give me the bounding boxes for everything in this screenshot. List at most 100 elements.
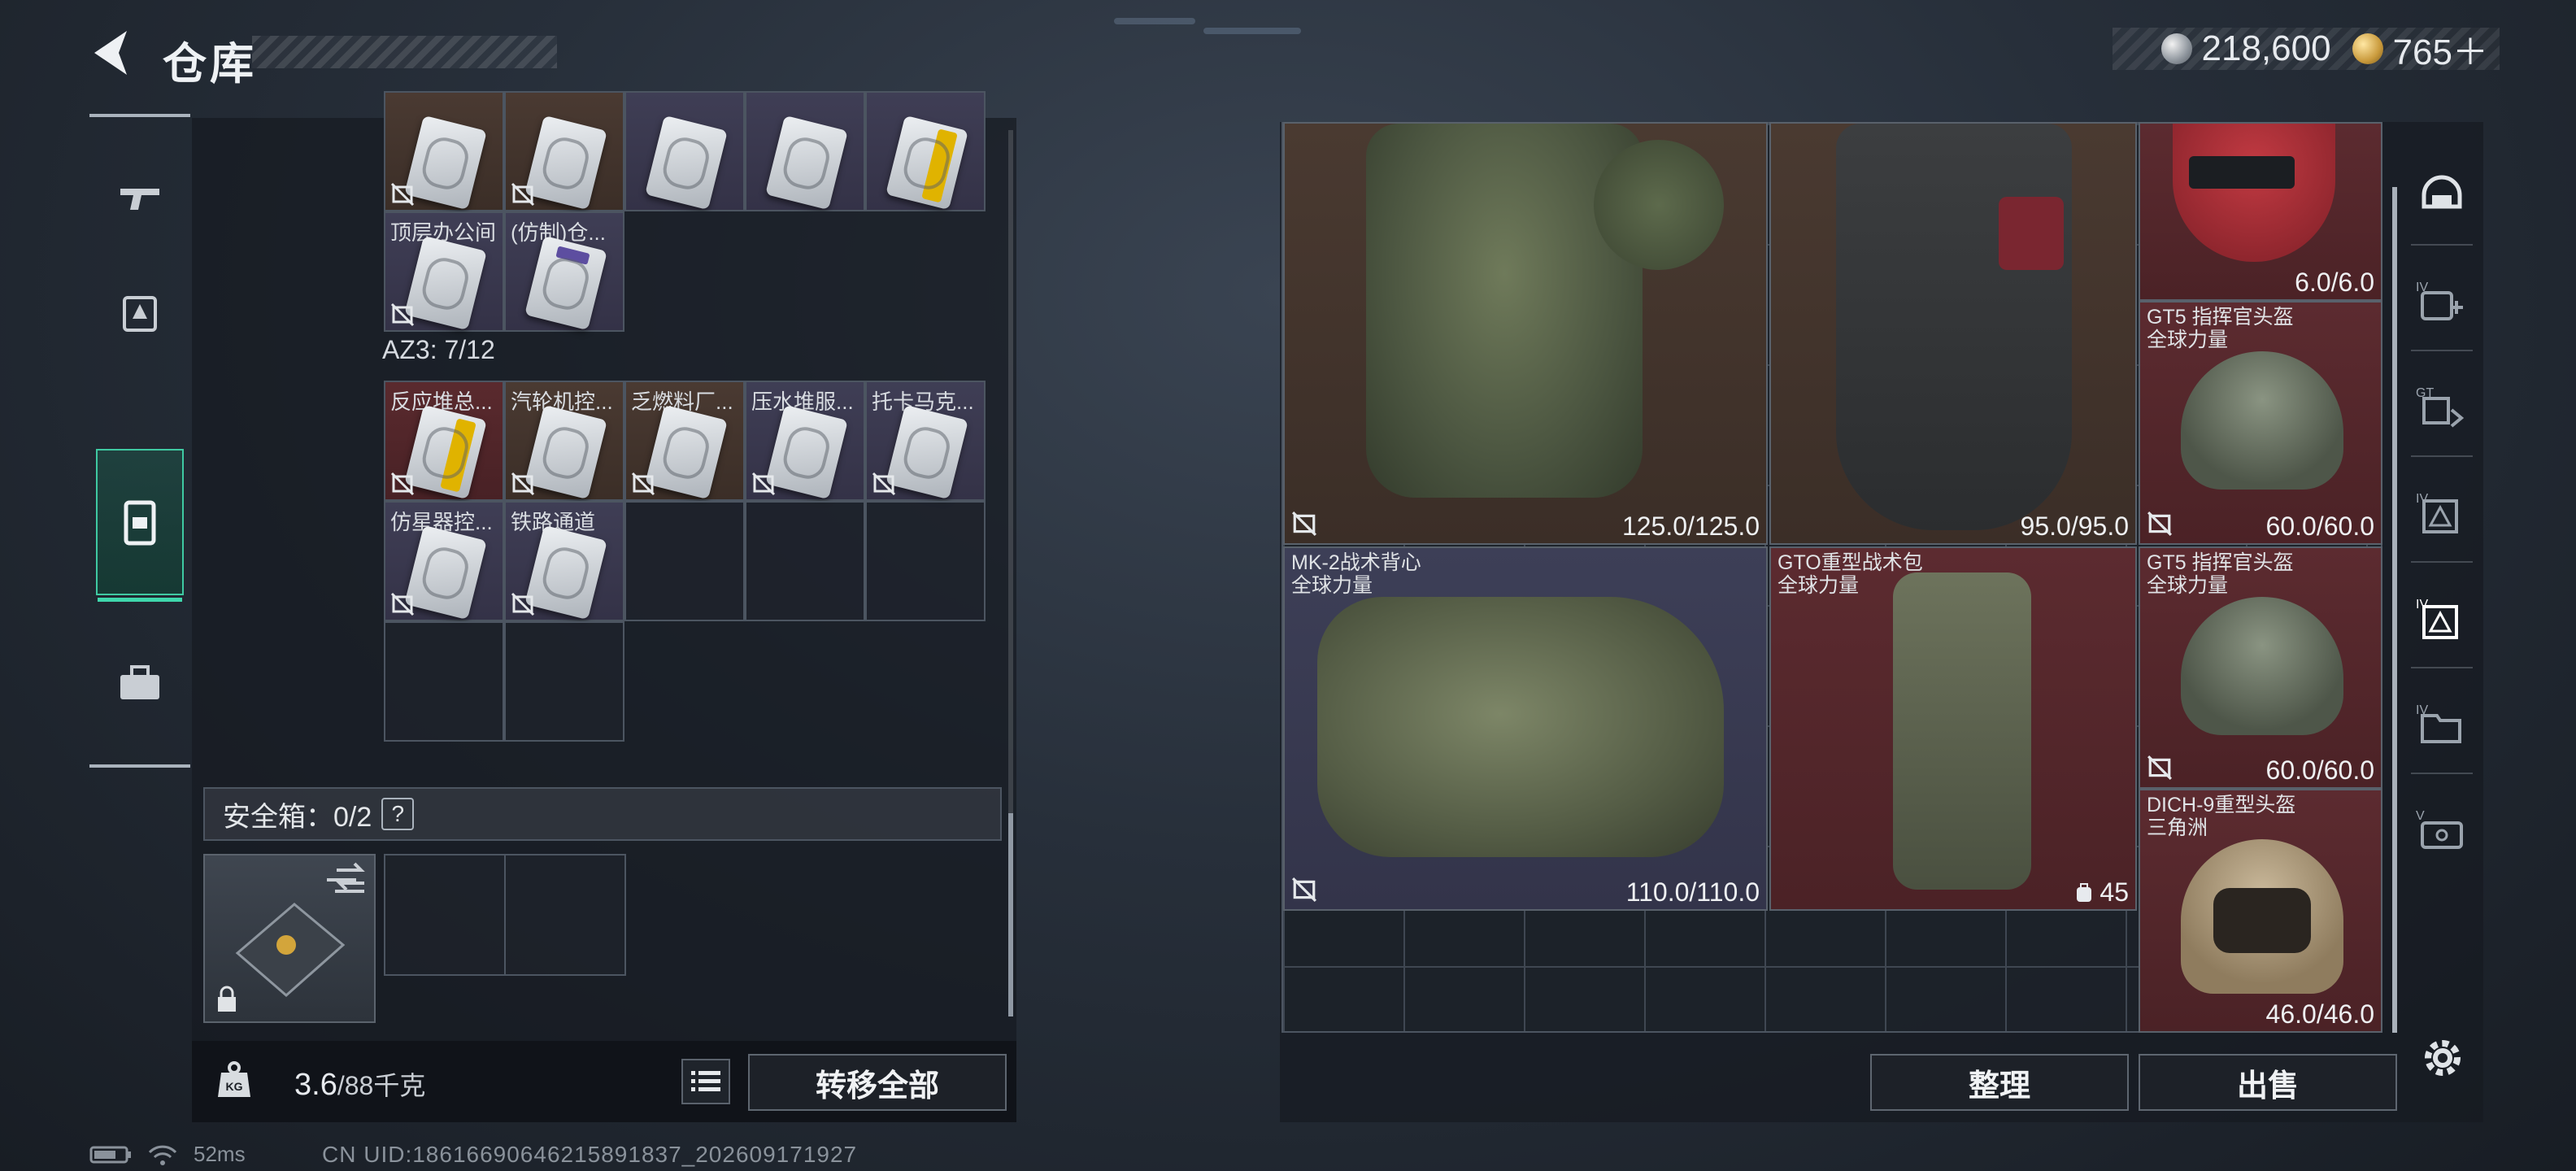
title-decoration (252, 36, 557, 68)
keycard-slot[interactable] (504, 91, 624, 211)
gold-currency[interactable]: 765＋ (2352, 23, 2488, 75)
armor-vest-item[interactable]: MK-2战术背心 全球力量 110.0/110.0 (1283, 546, 1768, 911)
transfer-all-button[interactable]: 转移全部 (748, 1054, 1007, 1111)
empty-slot[interactable] (865, 501, 986, 621)
keycard-slot[interactable]: 汽轮机控... (504, 381, 624, 501)
helmet-item[interactable]: 6.0/6.0 (2139, 122, 2382, 301)
keycard-slot[interactable] (384, 91, 504, 211)
capacity-label: 45 (2073, 877, 2129, 908)
item-faction: 三角洲 (2147, 816, 2208, 839)
rail-item-backpack[interactable]: IV (2409, 691, 2474, 756)
keycard-slot[interactable] (865, 91, 986, 211)
container-label: AZ3: 7/12 (382, 335, 495, 364)
svg-text:KG: KG (226, 1080, 243, 1093)
battery-icon (89, 1146, 131, 1163)
keycard-slot[interactable]: 反应堆总... (384, 381, 504, 501)
rail-item-toolbox[interactable] (96, 634, 184, 732)
durability-label: 6.0/6.0 (2295, 268, 2374, 297)
item-name: GT5 指挥官头盔 全球力量 (2147, 551, 2294, 597)
rail-separator (2411, 561, 2473, 563)
armor-vest-item[interactable]: 125.0/125.0 (1283, 122, 1768, 545)
weight-current: 3.6 (294, 1068, 337, 1102)
backpack-item[interactable]: GTO重型战术包 全球力量 45 (1769, 546, 2137, 911)
keycard-slot[interactable] (624, 91, 745, 211)
rail-item-backpack[interactable] (96, 449, 184, 602)
storage-grid-row0 (384, 91, 986, 211)
armor-vest-item[interactable]: 95.0/95.0 (1769, 122, 2137, 545)
keycard-slot[interactable] (745, 91, 865, 211)
empty-slot[interactable] (384, 621, 504, 742)
item-title: MK-2战术背心 (1291, 551, 1421, 574)
item-name: MK-2战术背心 全球力量 (1291, 551, 1421, 597)
item-faction: 全球力量 (1291, 574, 1373, 597)
rail-item-helmet[interactable] (2409, 163, 2474, 228)
helmet-visor (2189, 156, 2295, 189)
no-insure-icon (390, 303, 415, 327)
helmet-image (2173, 124, 2335, 262)
item-faction: 全球力量 (1778, 574, 1860, 597)
settings-gear-icon[interactable] (2417, 1033, 2468, 1083)
backpack-icon (124, 500, 156, 546)
empty-slot[interactable] (745, 501, 865, 621)
equipment-scrollbar[interactable] (2392, 187, 2397, 1033)
rail-item-armor[interactable]: IV (2409, 268, 2474, 333)
list-view-button[interactable] (681, 1059, 730, 1104)
armor-triangle-icon: IV (2416, 492, 2458, 533)
rail-item-armor-selected[interactable]: IV (2409, 586, 2474, 651)
wifi-icon (148, 1145, 177, 1165)
no-insure-icon (390, 182, 415, 207)
rail-separator (2411, 455, 2473, 457)
rail-item-armor-tier[interactable]: IV (2409, 480, 2474, 545)
storage-scroll-thumb[interactable] (1008, 813, 1013, 1016)
weight-readout: 3.6/88千克 (294, 1065, 425, 1103)
help-button[interactable]: ? (381, 798, 415, 830)
no-insure-icon (511, 592, 535, 616)
rail-item-loadout[interactable] (96, 265, 184, 363)
item-name: GT5 指挥官头盔 全球力量 (2147, 306, 2294, 351)
empty-slot[interactable] (624, 501, 745, 621)
back-button[interactable] (88, 24, 137, 81)
empty-slot[interactable] (504, 621, 624, 742)
gun-icon (120, 189, 159, 210)
vest-red-panel (1999, 197, 2064, 270)
rail-item-vest[interactable]: GT (2409, 374, 2474, 439)
safebox-header: 安全箱：0/2 ? (203, 787, 1002, 841)
vest-shoulder (1594, 140, 1724, 270)
helmet-item[interactable]: GT5 指挥官头盔 全球力量 60.0/60.0 (2139, 301, 2382, 545)
rail-item-weapons[interactable] (96, 150, 184, 247)
vest-image (1836, 124, 2072, 530)
safebox-slot[interactable] (504, 854, 626, 976)
weight-icon[interactable]: KG (215, 1060, 254, 1100)
no-insure-icon (631, 472, 655, 496)
silver-coin-icon (2160, 33, 2192, 64)
back-arrow-icon (94, 31, 127, 75)
rail-item-case[interactable]: V (2409, 797, 2474, 862)
safebox-slot[interactable] (384, 854, 506, 976)
helmet-item[interactable]: GT5 指挥官头盔 全球力量 60.0/60.0 (2139, 546, 2382, 789)
keycard-slot[interactable]: 压水堆服... (745, 381, 865, 501)
capacity-icon (2077, 882, 2092, 902)
no-insure-icon (1292, 877, 1316, 902)
durability-label: 46.0/46.0 (2265, 999, 2374, 1029)
keycard-slot[interactable]: 铁路通道 (504, 501, 624, 621)
silver-amount: 218,600 (2201, 28, 2331, 68)
tier-label: IV (2416, 492, 2428, 506)
storage-scrollbar[interactable] (1008, 130, 1013, 813)
item-title: GT5 指挥官头盔 (2147, 306, 2294, 329)
durability-label: 60.0/60.0 (2265, 511, 2374, 541)
keycard-slot[interactable]: 仿星器控... (384, 501, 504, 621)
rail-separator (2411, 667, 2473, 668)
armor-loadout-icon (123, 296, 157, 332)
keycard-slot[interactable]: 乏燃料厂... (624, 381, 745, 501)
durability-label: 95.0/95.0 (2020, 511, 2129, 541)
organize-button[interactable]: 整理 (1870, 1054, 2129, 1111)
sell-button[interactable]: 出售 (2139, 1054, 2397, 1111)
vest-image (1317, 597, 1724, 857)
durability-label: 60.0/60.0 (2265, 755, 2374, 785)
swap-icon[interactable] (333, 860, 368, 893)
keycard-slot[interactable]: (仿制)仓... (504, 211, 624, 332)
helmet-item[interactable]: DICH-9重型头盔 三角洲 46.0/46.0 (2139, 789, 2382, 1033)
secure-case-slot[interactable] (203, 854, 376, 1023)
keycard-slot[interactable]: 顶层办公间 (384, 211, 504, 332)
keycard-slot[interactable]: 托卡马克... (865, 381, 986, 501)
